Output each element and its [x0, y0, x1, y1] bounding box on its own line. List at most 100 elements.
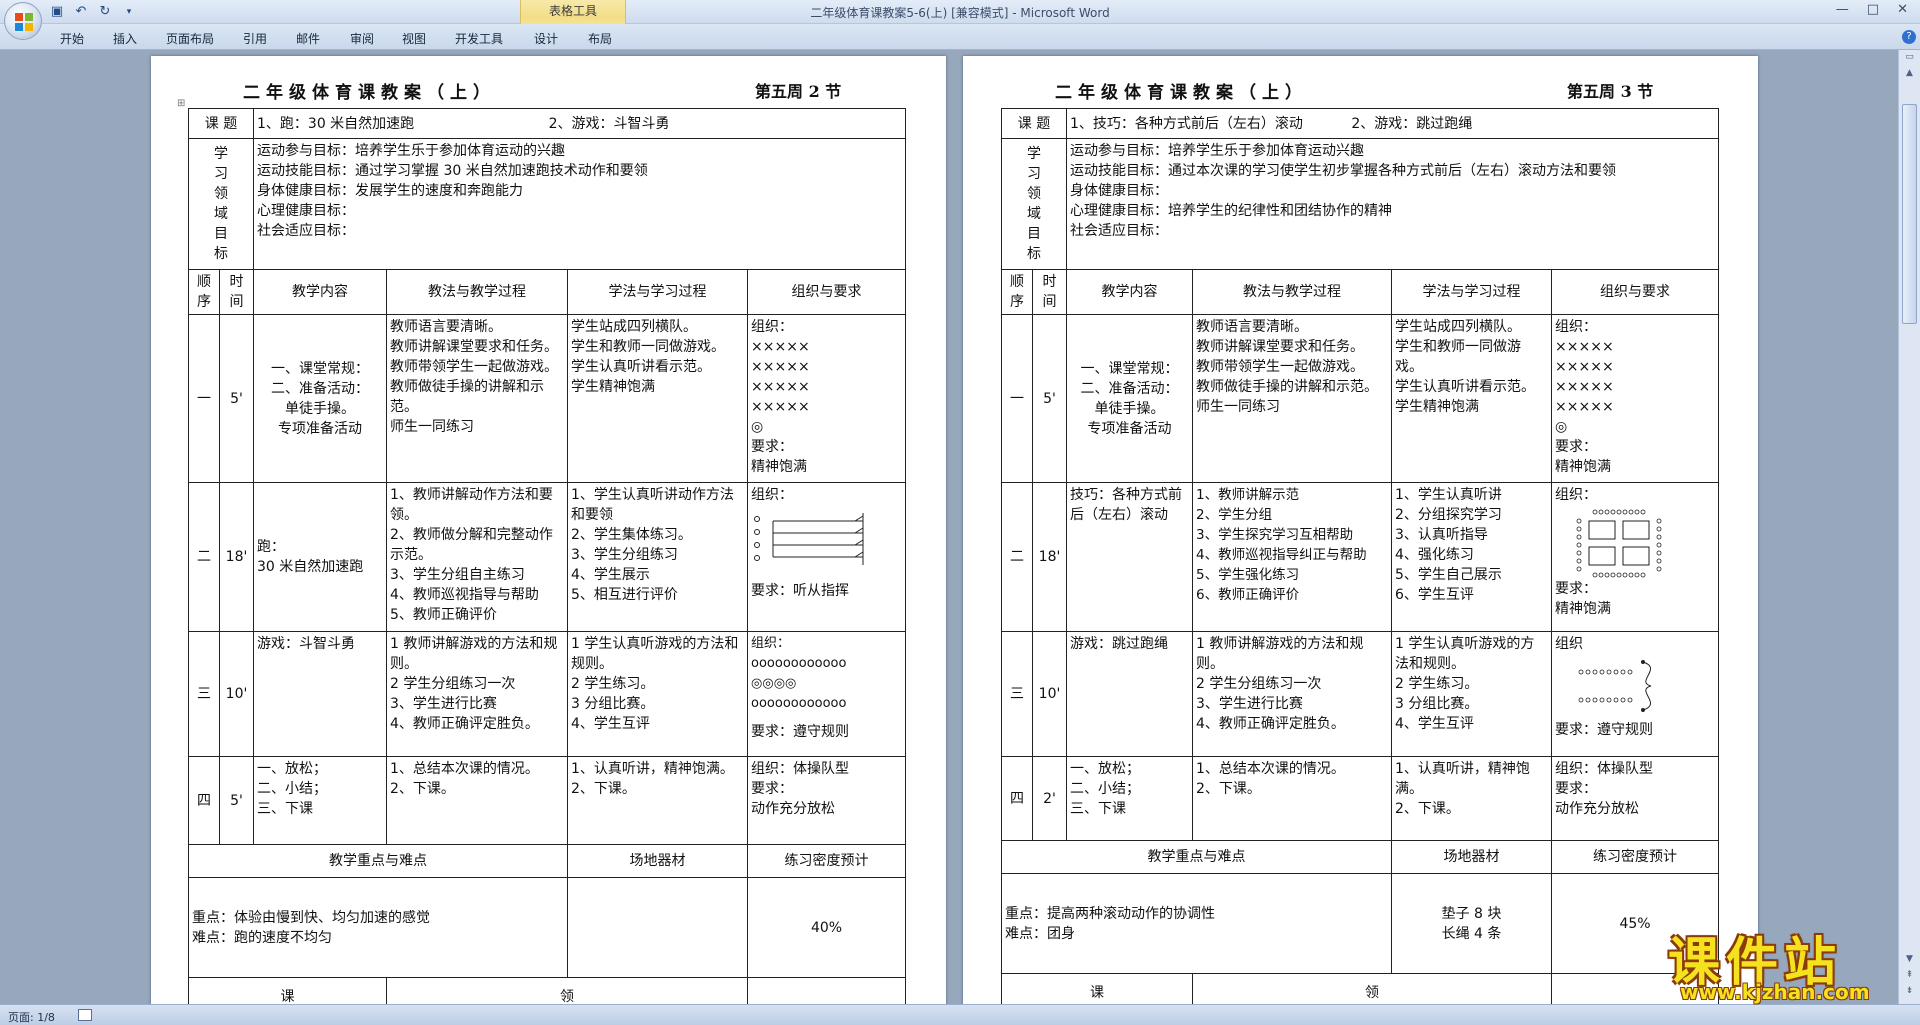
- table-row: 三 10' 游戏：斗智斗勇 1 教师讲解游戏的方法和规则。 2 学生分组练习一次…: [188, 631, 907, 757]
- tab-design[interactable]: 设计: [534, 30, 558, 47]
- topic-label: 课 题: [1000, 108, 1068, 139]
- redo-icon[interactable]: ↻: [96, 3, 114, 21]
- row-learn: 1、学生认真听讲动作方法和要领 2、学生集体练习。 3、学生分组练习 4、学生展…: [567, 482, 749, 632]
- undo-icon[interactable]: ↶: [72, 3, 90, 21]
- row-time: 5': [218, 756, 255, 845]
- col-teach: 教法与教学过程: [386, 269, 569, 315]
- col-time: 时间: [1031, 269, 1068, 315]
- topic-cell: 1、跑：30 米自然加速跑 2、游戏：斗智斗勇: [253, 108, 907, 139]
- org-top: 组织： oooooooooooo ◎◎◎◎ oooooooooooo: [751, 636, 847, 711]
- tab-home[interactable]: 开始: [60, 30, 84, 47]
- row-org: 组织： 要求： 精神饱满: [1551, 482, 1720, 632]
- org-top: 组织: [1555, 636, 1584, 652]
- row-org: 组织： ××××× ××××× ××××× ××××× ◎ 要求： 精神饱满: [747, 314, 907, 483]
- macro-record-icon[interactable]: [78, 1009, 92, 1021]
- save-icon[interactable]: ▣: [48, 3, 66, 21]
- status-bar: 页面: 1/8: [0, 1004, 1920, 1025]
- row-seq: 四: [1001, 756, 1033, 841]
- col-content: 教学内容: [253, 269, 388, 315]
- row-teach: 1、总结本次课的情况。 2、下课。: [386, 756, 569, 845]
- row-learn: 1、学生认真听讲 2、分组探究学习 3、认真听指导 4、强化练习 5、学生自己展…: [1391, 482, 1553, 632]
- row-content: 一、放松； 二、小结； 三、下课: [253, 756, 388, 845]
- row-learn: 1、认真听讲，精神饱满。 2、下课。: [567, 756, 749, 845]
- row-teach: 1、总结本次课的情况。 2、下课。: [1192, 756, 1393, 841]
- goals-text: 运动参与目标：培养学生乐于参加体育运动兴趣 运动技能目标：通过本次课的学习使学生…: [1066, 138, 1720, 270]
- table-row: 一 5' 一、课堂常规： 二、准备活动： 单徒手操。 专项准备活动 教师语言要清…: [1001, 314, 1720, 483]
- topic-1: 1、跑：30 米自然加速跑: [257, 115, 415, 132]
- row-time: 2': [1031, 756, 1068, 841]
- row-teach: 1、教师讲解示范 2、学生分组 3、学生探究学习互相帮助 4、教师巡视指导纠正与…: [1192, 482, 1393, 632]
- row-teach: 教师语言要清晰。 教师讲解课堂要求和任务。 教师带领学生一起做游戏。 教师做徒手…: [1192, 314, 1393, 483]
- row-time: 5': [218, 314, 255, 483]
- footer-empty: [747, 977, 907, 1004]
- page-indicator[interactable]: 页面: 1/8: [8, 1009, 55, 1025]
- row-content: 游戏：斗智斗勇: [253, 631, 388, 757]
- row-org: 组织： 要求：听从指挥: [747, 482, 907, 632]
- row-learn: 学生站成四列横队。 学生和教师一同做游戏。 学生认真听讲看示范。 学生精神饱满: [567, 314, 749, 483]
- tab-insert[interactable]: 插入: [113, 30, 137, 47]
- col-learn: 学法与学习过程: [567, 269, 749, 315]
- density-header: 练习密度预计: [1551, 840, 1720, 874]
- document-page-left: ⊞ 二年级体育课教案（上） 第五周 2 节 课 题 1、跑：30 米自然加速跑 …: [151, 56, 946, 1004]
- row-teach: 教师语言要清晰。 教师讲解课堂要求和任务。 教师带领学生一起做游戏。 教师做徒手…: [386, 314, 569, 483]
- tab-review[interactable]: 审阅: [350, 30, 374, 47]
- key-points-text: 重点：体验由慢到快、均匀加速的感觉 难点：跑的速度不均匀: [187, 877, 569, 978]
- scrollbar-thumb[interactable]: [1902, 104, 1917, 324]
- mats-formation-diagram: [1576, 509, 1662, 578]
- office-logo-icon: [15, 13, 33, 31]
- org-bottom: 要求： 精神饱满: [751, 439, 808, 475]
- key-points-text: 重点：提高两种滚动动作的协调性 难点：团身: [1000, 873, 1393, 974]
- col-content: 教学内容: [1066, 269, 1194, 315]
- footer-label-b: 领: [386, 977, 749, 1004]
- ruler-toggle-icon[interactable]: ▭: [1903, 52, 1916, 62]
- tab-mailings[interactable]: 邮件: [296, 30, 320, 47]
- row-org: 组织：体操队型 要求： 动作充分放松: [747, 756, 907, 845]
- tab-layout[interactable]: 布局: [588, 30, 612, 47]
- minimize-icon[interactable]: —: [1836, 2, 1849, 17]
- footer-label-a: 课: [1000, 973, 1194, 1004]
- table-move-handle-icon[interactable]: ⊞: [177, 98, 185, 109]
- lesson-plan-table: 课 题 1、跑：30 米自然加速跑 2、游戏：斗智斗勇 学 习 领 域 目 标 …: [187, 108, 907, 1004]
- footer-label-a: 课: [187, 977, 388, 1004]
- row-content: 游戏：跳过跑绳: [1066, 631, 1194, 757]
- office-button[interactable]: [4, 2, 42, 40]
- tab-references[interactable]: 引用: [243, 30, 267, 47]
- row-content: 一、课堂常规： 二、准备活动： 单徒手操。 专项准备活动: [1066, 314, 1194, 483]
- help-icon[interactable]: ?: [1902, 30, 1916, 44]
- table-row: 四 2' 一、放松； 二、小结； 三、下课 1、总结本次课的情况。 2、下课。 …: [1001, 756, 1720, 841]
- org-bottom: 要求： 精神饱满: [1555, 439, 1612, 475]
- org-bottom: 要求：遵守规则: [1555, 722, 1654, 738]
- week-session: 第五周 2 节: [755, 82, 842, 101]
- row-teach: 1、教师讲解动作方法和要领。 2、教师做分解和完整动作示范。 3、学生分组自主练…: [386, 482, 569, 632]
- row-seq: 四: [188, 756, 220, 845]
- col-learn: 学法与学习过程: [1391, 269, 1553, 315]
- vertical-scrollbar[interactable]: ▭ ▲ ▼ ⇞ ⇟: [1898, 50, 1920, 1004]
- table-row: 二 18' 技巧：各种方式前后（左右）滚动 1、教师讲解示范 2、学生分组 3、…: [1001, 482, 1720, 632]
- goals-label: 学 习 领 域 目 标: [187, 138, 255, 270]
- org-bottom: 要求：听从指挥: [751, 583, 850, 599]
- topic-2: 2、游戏：跳过跑绳: [1351, 115, 1473, 132]
- org-bottom: 要求： 精神饱满: [1555, 581, 1612, 617]
- org-top: 组织：: [751, 487, 794, 503]
- customize-toolbar-icon[interactable]: ▾: [120, 3, 138, 21]
- ribbon-tabs: 开始 插入 页面布局 引用 邮件 审阅 视图 开发工具 设计 布局 ?: [0, 24, 1920, 50]
- scroll-up-icon[interactable]: ▲: [1903, 68, 1916, 78]
- row-org: 组织 要求：遵守规则: [1551, 631, 1720, 757]
- maximize-icon[interactable]: □: [1867, 2, 1879, 17]
- tab-page-layout[interactable]: 页面布局: [166, 30, 214, 47]
- col-seq: 顺序: [1001, 269, 1033, 315]
- row-learn: 1 学生认真听游戏的方法和规则。 2 学生练习。 3 分组比赛。 4、学生互评: [567, 631, 749, 757]
- col-teach: 教法与教学过程: [1192, 269, 1393, 315]
- table-tools-label: 表格工具: [548, 4, 597, 18]
- row-content: 一、放松； 二、小结； 三、下课: [1066, 756, 1194, 841]
- table-row: 三 10' 游戏：跳过跑绳 1 教师讲解游戏的方法和规则。 2 学生分组练习一次…: [1001, 631, 1720, 757]
- jump-rope-diagram: [1578, 660, 1652, 712]
- table-row: 四 5' 一、放松； 二、小结； 三、下课 1、总结本次课的情况。 2、下课。 …: [188, 756, 907, 845]
- density-header: 练习密度预计: [747, 844, 907, 878]
- tab-developer[interactable]: 开发工具: [455, 30, 503, 47]
- org-bottom: 要求：遵守规则: [751, 724, 850, 740]
- tab-view[interactable]: 视图: [402, 30, 426, 47]
- row-content: 技巧：各种方式前后（左右）滚动: [1066, 482, 1194, 632]
- close-icon[interactable]: ✕: [1897, 2, 1908, 17]
- document-workspace: ⊞ 二年级体育课教案（上） 第五周 2 节 课 题 1、跑：30 米自然加速跑 …: [0, 50, 1898, 1004]
